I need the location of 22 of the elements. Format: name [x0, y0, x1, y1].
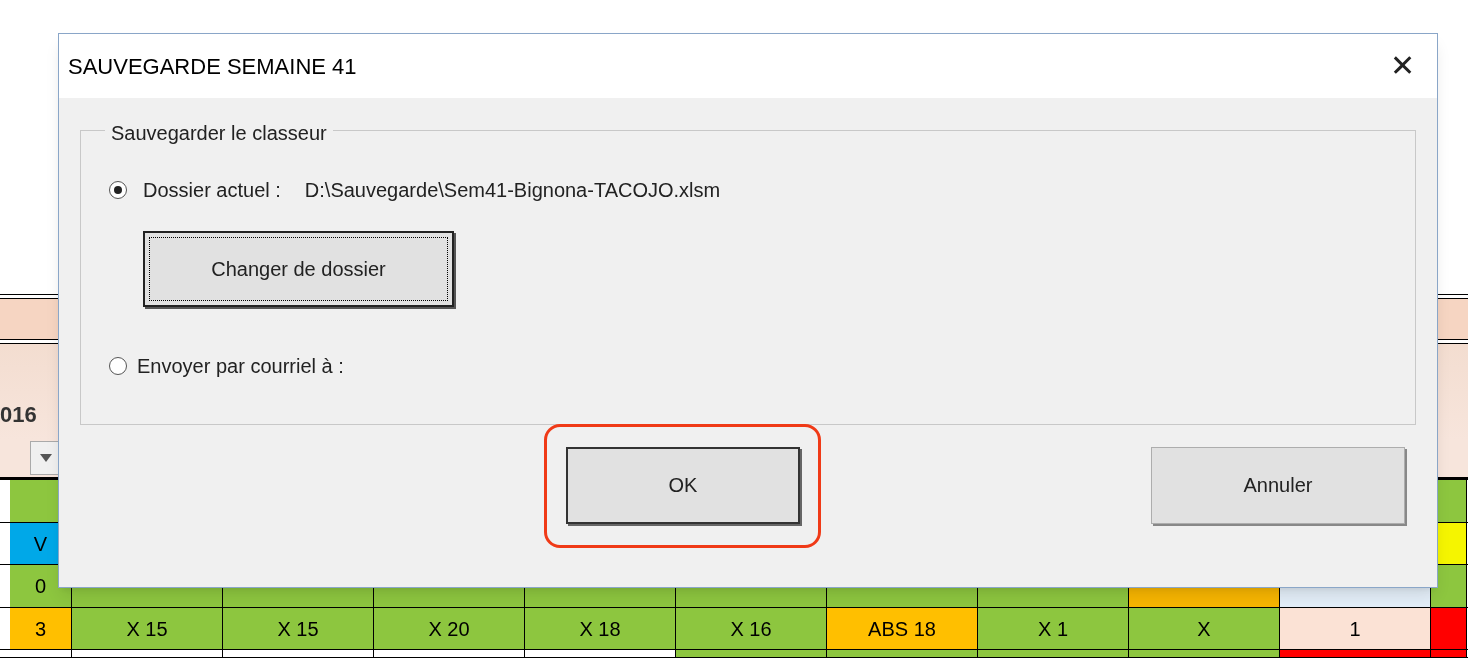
caret-icon	[40, 454, 52, 463]
table-cell: X 15	[223, 608, 374, 650]
table-cell: X 16	[676, 608, 827, 650]
close-button[interactable]: ✕	[1390, 51, 1415, 81]
change-folder-button[interactable]: Changer de dossier	[143, 231, 454, 307]
folder-path: D:\Sauvegarde\Sem41-Bignona-TACOJO.xlsm	[304, 178, 721, 203]
table-cell: ABS 18	[827, 608, 978, 650]
table-cell: X	[1129, 608, 1280, 650]
table-cell: X 1	[978, 608, 1129, 650]
table-cell: X 18	[525, 608, 676, 650]
ok-button[interactable]: OK	[566, 446, 800, 524]
window-title: SAUVEGARDE SEMAINE 41	[68, 52, 357, 81]
year-text: 016	[0, 401, 37, 430]
radio-button[interactable]	[109, 181, 127, 199]
table-cell: X 15	[72, 608, 223, 650]
table-cell: 3	[10, 608, 72, 650]
radio-button[interactable]	[109, 357, 127, 375]
table-cell: X 20	[374, 608, 525, 650]
table-cell: 1	[1280, 608, 1431, 650]
option-label: Envoyer par courriel à :	[137, 354, 344, 379]
option-label: Dossier actuel :	[143, 178, 281, 203]
cancel-button[interactable]: Annuler	[1151, 446, 1405, 524]
